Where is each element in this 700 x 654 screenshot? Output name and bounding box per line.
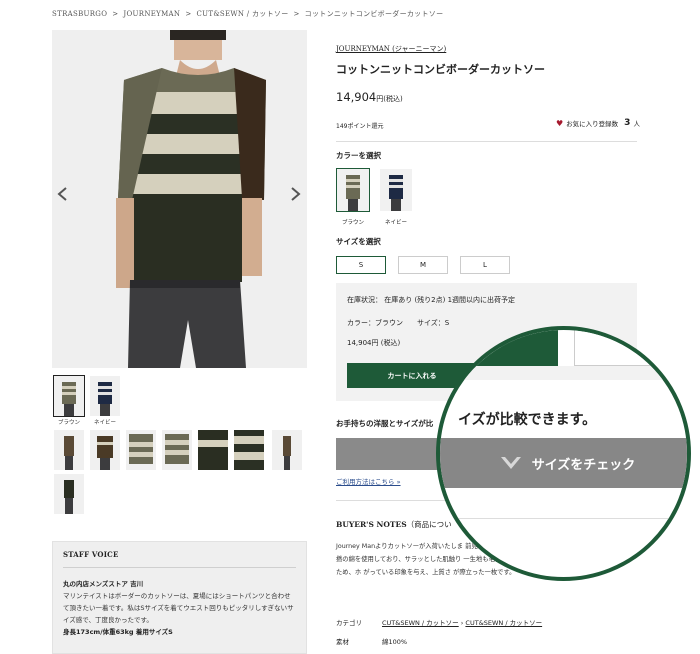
staff-size: 身長173cm/体重63kg 着用サイズS [63,628,173,636]
zoom-lens: イズが比較できます。 サイズをチェック [436,326,691,581]
favorite-label: お気に入り登録数 [566,120,619,128]
size-button-s[interactable]: S [336,256,386,274]
detail-thumbnail[interactable] [126,430,156,470]
breadcrumb-current: コットンニットコンビボーダーカットソー [304,10,444,18]
size-button-l[interactable]: L [460,256,510,274]
selected-color: カラー：ブラウン [347,319,403,327]
selected-options: カラー：ブラウン サイズ：S [347,318,449,328]
buyers-notes-heading: BUYER'S NOTES [336,520,407,529]
size-button-m[interactable]: M [398,256,448,274]
price-suffix: 円(税込) [376,95,403,103]
subtotal: 14,904円 (税込) [347,339,401,347]
lens-cart-button-fragment [440,330,558,368]
size-select-label: サイズを選択 [336,237,381,246]
lens-panel-fragment [574,330,654,366]
thumbnail-caption: ブラウン [57,420,80,426]
category-link[interactable]: CUT&SEWN / カットソー [465,619,542,627]
lens-divider [440,518,687,519]
detail-thumbnail[interactable] [272,430,302,470]
selected-size: サイズ：S [417,319,450,327]
thumbnail-caption: ネイビー [93,420,116,426]
lens-stock-panel-fragment [440,366,687,380]
stock-status: 在庫状況： 在庫あり (残り2点) 1週間以内に出荷予定 [347,296,516,304]
color-swatch-caption: ネイビー [384,220,407,226]
detail-thumbnail[interactable] [90,430,120,470]
detail-thumbnail[interactable] [162,430,192,470]
spec-material-value: 綿100% [382,638,408,646]
color-swatch-navy[interactable] [380,169,412,211]
favorite-number: 3 [624,118,631,128]
breadcrumb-item[interactable]: STRASBURGO [52,10,107,18]
points-text: 149ポイント還元 [336,123,384,130]
detail-thumbnail[interactable] [198,430,228,470]
favorite-count[interactable]: ♥ お気に入り登録数 3 人 [556,118,640,128]
breadcrumb: STRASBURGO > JOURNEYMAN > CUT&SEWN / カットソー > コ… [52,10,444,18]
hanger-v-icon [500,457,521,469]
color-select-label: カラーを選択 [336,151,381,160]
staff-voice-panel: STAFF VOICE 丸の内店メンズストア 吉川 マリンテイストはボーダーのカ… [52,541,307,654]
detail-thumbnail[interactable] [54,430,84,470]
heart-icon: ♥ [556,118,564,128]
lens-compare-text: イズが比較できます。 [458,412,597,428]
brand-link[interactable]: JOURNEYMAN (ジャーニーマン) [336,44,446,54]
category-link[interactable]: CUT&SEWN / カットソー [382,619,459,627]
color-swatch-caption: ブラウン [341,220,364,226]
spec-material-label: 素材 [336,638,349,646]
size-check-label: サイズをチェック [531,457,636,473]
spec-category-label: カテゴリ [336,619,362,627]
breadcrumb-item[interactable]: CUT&SEWN / カットソー [197,10,289,18]
favorite-unit: 人 [633,120,640,128]
staff-store: 丸の内店メンズストア 吉川 [63,580,144,588]
detail-thumbnail[interactable] [54,474,84,514]
spec-category-row: カテゴリ CUT&SEWN / カットソー › CUT&SEWN / カットソー [336,617,542,627]
product-title: コットンニットコンビボーダーカットソー [336,63,545,76]
prev-image-arrow-icon[interactable] [56,186,70,201]
thumbnail-brown[interactable] [53,375,85,417]
staff-comment: マリンテイストはボーダーのカットソーは、夏場にはショートパンツと合わせて頂きたい… [63,592,294,624]
detail-thumbnail[interactable] [234,430,264,470]
next-image-arrow-icon[interactable] [288,186,302,201]
breadcrumb-item[interactable]: JOURNEYMAN [123,10,180,18]
main-product-image [52,30,307,368]
product-price: 14,904円(税込) [336,90,403,104]
size-compare-heading: お手持ちの洋服とサイズが比 [336,419,434,428]
size-check-button[interactable]: サイズをチェック [440,438,687,488]
thumbnail-navy[interactable] [90,376,120,416]
color-swatch-brown[interactable] [336,168,370,212]
staff-voice-heading: STAFF VOICE [63,550,296,568]
divider [336,141,637,142]
price-value: 14,904 [336,90,377,104]
howto-link[interactable]: ご利用方法はこちら » [336,476,401,486]
buyers-notes-title: BUYER'S NOTES（商品につい [336,519,452,530]
spec-material-row: 素材 綿100% [336,636,407,646]
